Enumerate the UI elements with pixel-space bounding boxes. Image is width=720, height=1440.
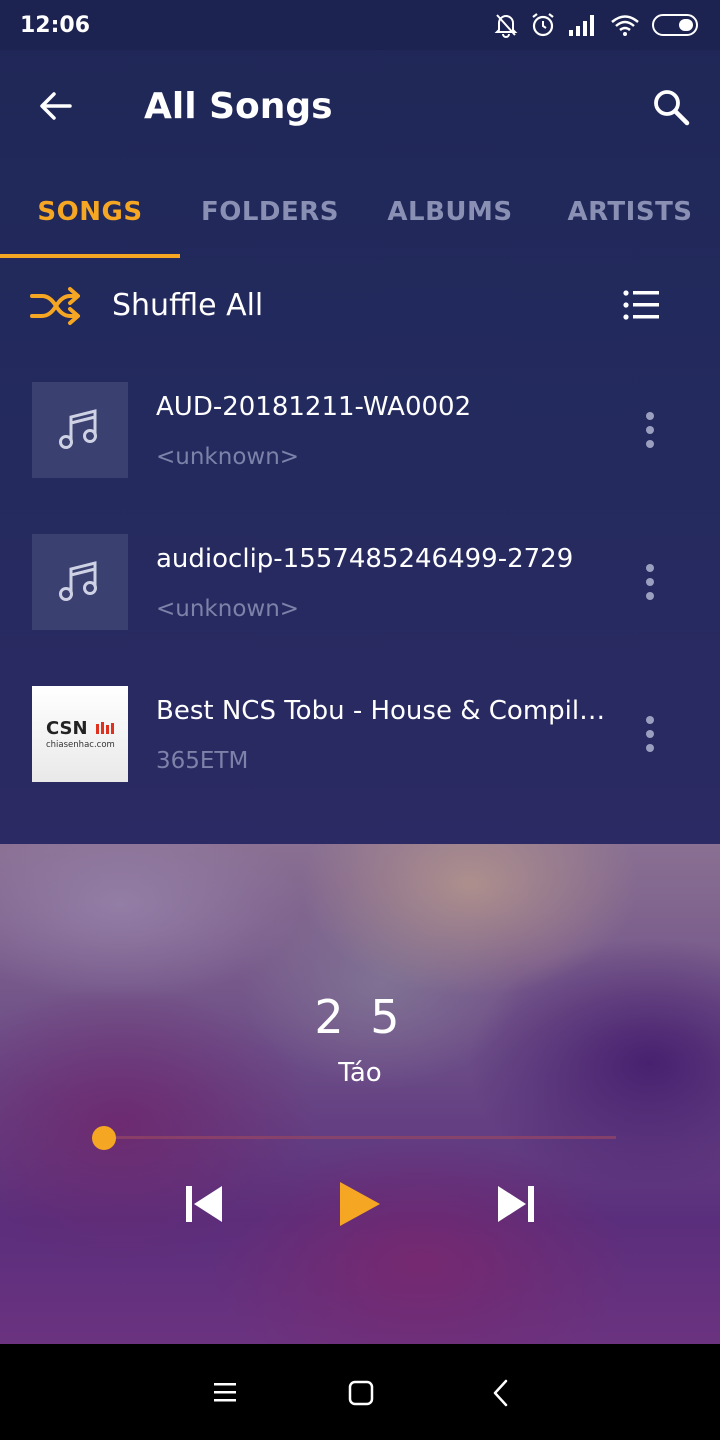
song-title: AUD-20181211-WA0002: [156, 392, 472, 422]
song-more-button[interactable]: [636, 564, 664, 600]
nav-home-button[interactable]: [348, 1380, 374, 1406]
page-title: All Songs: [144, 86, 333, 127]
skip-previous-icon: [186, 1186, 222, 1222]
play-button[interactable]: [336, 1180, 384, 1228]
status-time: 12:06: [20, 12, 91, 38]
song-artist: <unknown>: [156, 444, 300, 470]
status-icons: [494, 12, 700, 38]
alarm-icon: [532, 13, 554, 37]
csn-logo-subtext: chiasenhac.com: [46, 740, 115, 750]
skip-next-icon: [498, 1186, 534, 1222]
tab-albums[interactable]: ALBUMS: [360, 165, 540, 258]
tab-folders[interactable]: FOLDERS: [180, 165, 360, 258]
music-note-icon: [59, 561, 97, 601]
music-note-icon: [59, 409, 97, 449]
now-playing-title: 2 5: [314, 990, 406, 1044]
system-nav-bar: [0, 1344, 720, 1440]
menu-icon: [214, 1383, 236, 1402]
back-button[interactable]: [36, 86, 76, 126]
search-button[interactable]: [650, 86, 692, 128]
more-vertical-icon: [646, 564, 654, 600]
tab-artists[interactable]: ARTISTS: [540, 165, 720, 258]
search-icon: [654, 90, 690, 126]
signal-icon: [569, 15, 594, 36]
now-playing-panel[interactable]: 2 5 Táo: [0, 844, 720, 1344]
nav-menu-button[interactable]: [212, 1380, 238, 1404]
song-list-item[interactable]: audioclip-1557485246499-2729 <unknown>: [0, 506, 720, 658]
home-icon: [348, 1380, 374, 1406]
song-list-item[interactable]: AUD-20181211-WA0002 <unknown>: [0, 354, 720, 506]
tab-bar: SONGS FOLDERS ALBUMS ARTISTS: [0, 165, 720, 258]
song-thumbnail: [32, 534, 128, 630]
song-artist: <unknown>: [156, 596, 300, 622]
csn-logo-text: CSN: [46, 718, 88, 739]
wifi-icon: [611, 15, 639, 36]
skip-next-button[interactable]: [494, 1182, 538, 1226]
song-more-button[interactable]: [636, 412, 664, 448]
song-list-item[interactable]: CSN chiasenhac.com Best NCS Tobu - House…: [0, 658, 720, 810]
csn-logo-mark: CSN chiasenhac.com: [46, 718, 115, 750]
song-more-button[interactable]: [636, 716, 664, 752]
arrow-left-icon: [40, 92, 72, 120]
song-title: audioclip-1557485246499-2729: [156, 544, 574, 574]
song-list: AUD-20181211-WA0002 <unknown> audioclip-…: [0, 354, 720, 810]
skip-previous-button[interactable]: [182, 1182, 226, 1226]
play-icon: [340, 1182, 380, 1226]
seek-bar[interactable]: [104, 1136, 616, 1139]
song-title: Best NCS Tobu - House & Compilation: [156, 696, 606, 726]
back-icon: [493, 1379, 508, 1407]
more-vertical-icon: [646, 716, 654, 752]
app-header: All Songs: [0, 50, 720, 165]
shuffle-icon: [30, 287, 80, 325]
shuffle-all-row[interactable]: Shuffle All: [0, 258, 720, 354]
more-vertical-icon: [646, 412, 654, 448]
nav-back-button[interactable]: [490, 1378, 510, 1408]
bell-off-icon: [494, 14, 518, 38]
tab-songs[interactable]: SONGS: [0, 165, 180, 258]
list-view-icon: [623, 290, 659, 320]
status-bar: 12:06: [0, 0, 720, 50]
seek-bar-thumb[interactable]: [92, 1126, 116, 1150]
battery-icon: [652, 14, 698, 36]
app-screen: 12:06 All Songs SONGS FOLDERS ALBUMS ART…: [0, 0, 720, 1344]
song-artist: 365ETM: [156, 748, 249, 774]
list-view-button[interactable]: [622, 288, 662, 324]
csn-logo: CSN chiasenhac.com: [32, 686, 128, 782]
song-thumbnail: [32, 382, 128, 478]
shuffle-all-label: Shuffle All: [112, 288, 264, 323]
now-playing-artist: Táo: [338, 1058, 382, 1088]
